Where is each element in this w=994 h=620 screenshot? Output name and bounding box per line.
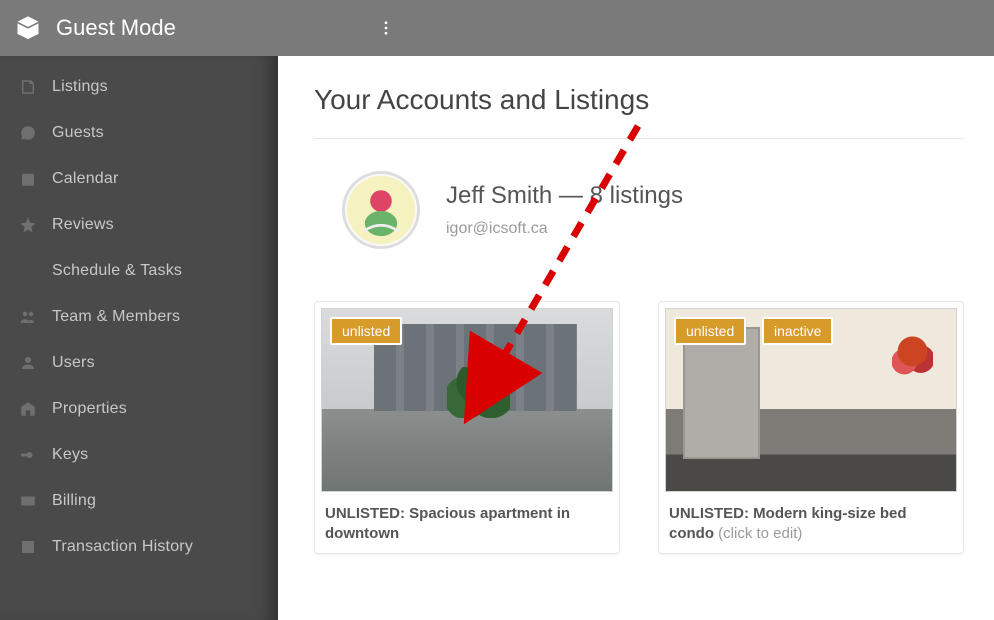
sidebar-item-properties[interactable]: Properties [0, 386, 278, 432]
listings-icon [18, 77, 38, 97]
transactions-icon [18, 537, 38, 557]
sidebar-item-label: Keys [52, 446, 88, 464]
sidebar-item-keys[interactable]: Keys [0, 432, 278, 478]
status-badge: unlisted [674, 317, 746, 345]
sidebar-item-label: Reviews [52, 216, 114, 234]
listing-title: UNLISTED: Modern king-size bed condo (cl… [665, 504, 957, 543]
account-header: Jeff Smith — 8 listings igor@icsoft.ca [314, 139, 964, 291]
status-badge: unlisted [330, 317, 402, 345]
sidebar-item-users[interactable]: Users [0, 340, 278, 386]
sidebar-item-label: Listings [52, 78, 108, 96]
users-icon [18, 353, 38, 373]
keys-icon [18, 445, 38, 465]
team-icon [18, 307, 38, 327]
main-panel: Your Accounts and Listings Jeff Smith — … [278, 56, 994, 620]
listing-title: UNLISTED: Spacious apartment in downtown [321, 504, 613, 543]
sidebar-item-listings[interactable]: Listings [0, 64, 278, 110]
sidebar-item-guests[interactable]: Guests [0, 110, 278, 156]
properties-icon [18, 399, 38, 419]
sidebar-item-label: Users [52, 354, 95, 372]
calendar-icon [18, 169, 38, 189]
listing-card[interactable]: unlisted inactive UNLISTED: Modern king-… [658, 301, 964, 554]
guests-icon [18, 123, 38, 143]
sidebar-item-schedule-tasks[interactable]: Schedule & Tasks [0, 248, 278, 294]
box-logo-icon [14, 14, 42, 42]
listing-thumbnail: unlisted inactive [665, 308, 957, 492]
app-title: Guest Mode [56, 15, 176, 41]
sidebar-item-label: Team & Members [52, 308, 180, 326]
sidebar-item-billing[interactable]: Billing [0, 478, 278, 524]
listing-thumbnail: unlisted [321, 308, 613, 492]
account-email: igor@icsoft.ca [446, 220, 683, 238]
sidebar-item-team-members[interactable]: Team & Members [0, 294, 278, 340]
sidebar-item-label: Billing [52, 492, 96, 510]
account-name: Jeff Smith — 8 listings [446, 182, 683, 210]
sidebar-item-calendar[interactable]: Calendar [0, 156, 278, 202]
sidebar-item-label: Guests [52, 124, 104, 142]
sidebar-item-label: Properties [52, 400, 127, 418]
sidebar-item-transaction-history[interactable]: Transaction History [0, 524, 278, 570]
billing-icon [18, 491, 38, 511]
topbar-overflow-button[interactable] [366, 8, 406, 48]
star-icon [18, 215, 38, 235]
listings-grid: unlisted UNLISTED: Spacious apartment in… [314, 301, 964, 554]
sidebar-item-label: Schedule & Tasks [52, 262, 182, 280]
sidebar: Listings Guests Calendar Reviews Schedul… [0, 56, 278, 620]
sidebar-item-reviews[interactable]: Reviews [0, 202, 278, 248]
listing-card[interactable]: unlisted UNLISTED: Spacious apartment in… [314, 301, 620, 554]
sidebar-item-label: Transaction History [52, 538, 193, 556]
sidebar-item-label: Calendar [52, 170, 119, 188]
avatar[interactable] [342, 171, 420, 249]
page-title: Your Accounts and Listings [314, 84, 964, 139]
status-badge: inactive [762, 317, 833, 345]
schedule-icon [18, 261, 38, 281]
topbar: Guest Mode [0, 0, 994, 56]
